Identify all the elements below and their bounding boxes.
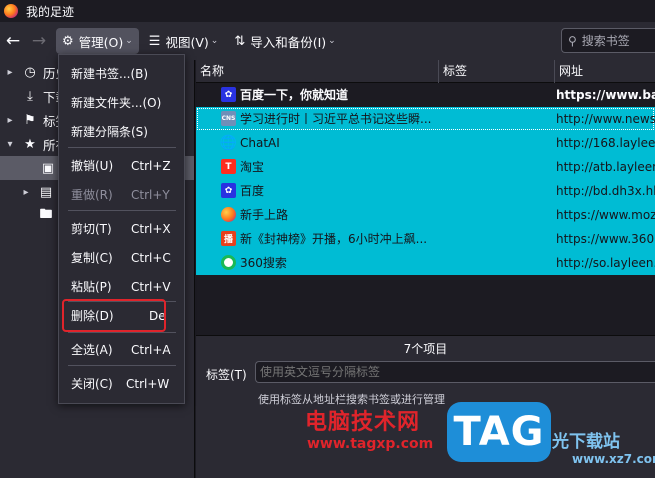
table-row[interactable]: ✿ 百度一下，你就知道 https://www.baid <box>196 83 655 107</box>
chevron-down-icon: ⌄ <box>328 36 336 46</box>
menu-separator <box>68 332 176 333</box>
chevron-down-icon: ⌄ <box>125 36 133 46</box>
firefox-icon <box>221 207 236 222</box>
item-count: 7个项目 <box>403 342 448 356</box>
column-header-tags[interactable]: 标签 <box>439 60 555 83</box>
gear-icon: ⚙ <box>62 33 74 49</box>
360kan-icon: 播 <box>221 231 236 246</box>
menu-item-cut[interactable]: 剪切(T) Ctrl+X <box>59 217 184 241</box>
bookmark-list: 名称 标签 网址 ✿ 百度一下，你就知道 https://www.baid CN… <box>196 60 655 335</box>
list-header: 名称 标签 网址 <box>196 60 655 83</box>
baidu-icon: ✿ <box>221 183 236 198</box>
chevron-right-icon[interactable]: ▸ <box>4 115 16 126</box>
table-row[interactable]: 360搜索 http://so.layleen.c <box>196 251 655 275</box>
list-folder-icon: ▤ <box>39 184 53 200</box>
watermark-tag-logo: TAG <box>447 402 551 462</box>
window-title: 我的足迹 <box>26 4 75 19</box>
chevron-down-icon: ⌄ <box>210 36 219 46</box>
tags-input[interactable] <box>255 361 655 383</box>
back-arrow-icon[interactable]: ← <box>0 27 26 55</box>
bookmark-name: 360搜索 <box>240 256 287 270</box>
column-header-url[interactable]: 网址 <box>555 60 655 83</box>
bookmark-name: 百度一下，你就知道 <box>240 88 349 102</box>
download-icon: ⤓ <box>27 88 33 104</box>
search-icon: ⚲ <box>568 33 577 48</box>
bookmark-url: http://so.layleen.c <box>556 256 655 270</box>
menu-separator <box>68 365 176 366</box>
bookmark-url: http://atb.layleen. <box>556 160 655 174</box>
tags-label: 标签(T) <box>206 368 247 382</box>
bookmark-name: 学习进行时丨习近平总书记这些瞬... <box>240 112 432 126</box>
views-label: 视图(V) <box>165 34 209 50</box>
menu-item-undo[interactable]: 撤销(U) Ctrl+Z <box>59 154 184 178</box>
table-row[interactable]: 播 新《封神榜》开播，6小时冲上飙... https://www.360k <box>196 227 655 251</box>
title-bar: 我的足迹 <box>0 0 655 22</box>
watermark-site-name: 电脑技术网 <box>305 410 421 435</box>
taobao-icon: T <box>221 159 236 174</box>
bookmark-url: http://168.layleen <box>556 136 655 150</box>
bookmark-url: https://www.360k <box>556 232 655 246</box>
bookmark-name: 新《封神榜》开播，6小时冲上飙... <box>240 232 428 246</box>
views-button[interactable]: ☰ 视图(V) ⌄ <box>143 28 225 54</box>
menu-item-new-folder[interactable]: 新建文件夹...(O) <box>59 91 184 115</box>
bookmark-name: 淘宝 <box>240 160 265 174</box>
organize-menu: 新建书签...(B) 新建文件夹...(O) 新建分隔条(S) 撤销(U) Ct… <box>58 54 185 404</box>
import-backup-label: 导入和备份(I) <box>250 34 327 50</box>
menu-item-new-separator[interactable]: 新建分隔条(S) <box>59 120 184 144</box>
import-export-icon: ⇅ <box>234 33 246 49</box>
clock-icon: ◷ <box>24 64 36 80</box>
menu-item-copy[interactable]: 复制(C) Ctrl+C <box>59 246 184 270</box>
bookmark-url: http://bd.dh3x.hh <box>556 184 655 198</box>
star-icon: ★ <box>24 136 36 152</box>
menu-separator <box>68 147 176 148</box>
column-header-name[interactable]: 名称 <box>196 60 439 83</box>
menu-item-select-all[interactable]: 全选(A) Ctrl+A <box>59 338 184 362</box>
organize-label: 管理(O) <box>78 34 124 50</box>
baidu-icon: ✿ <box>221 87 236 102</box>
bookmark-url: http://www.news. <box>556 112 655 126</box>
search-placeholder: 搜索书签 <box>581 34 630 48</box>
chevron-right-icon[interactable]: ▸ <box>4 67 16 78</box>
search-input[interactable]: ⚲ 搜索书签 <box>561 28 655 53</box>
folder-icon: 🖿 <box>39 207 53 222</box>
menu-item-close[interactable]: 关闭(C) Ctrl+W <box>59 372 184 396</box>
chevron-right-icon[interactable]: ▸ <box>20 187 32 198</box>
table-row[interactable]: 🌐 ChatAI http://168.layleen <box>196 131 655 155</box>
import-backup-button[interactable]: ⇅ 导入和备份(I) ⌄ <box>228 28 341 54</box>
list-icon: ☰ <box>148 33 161 49</box>
delete-highlight-box <box>62 299 166 332</box>
menu-item-new-bookmark[interactable]: 新建书签...(B) <box>59 62 184 86</box>
bookmark-name: ChatAI <box>240 136 280 150</box>
organize-button[interactable]: ⚙ 管理(O) ⌄ <box>56 28 139 54</box>
table-row[interactable]: 新手上路 https://www.moz <box>196 203 655 227</box>
watermark-site-url: www.tagxp.com <box>307 436 434 452</box>
globe-icon: 🌐 <box>219 134 238 151</box>
bookmark-url: https://www.moz <box>556 208 655 222</box>
news-icon: CNS <box>221 111 236 126</box>
watermark-partner-url: www.xz7.com <box>572 452 655 466</box>
bookmark-name: 百度 <box>240 184 265 198</box>
chevron-down-icon[interactable]: ▾ <box>4 139 16 150</box>
360search-icon <box>221 255 236 270</box>
menu-item-paste[interactable]: 粘贴(P) Ctrl+V <box>59 275 184 299</box>
table-row[interactable]: ✿ 百度 http://bd.dh3x.hh <box>196 179 655 203</box>
table-row[interactable]: CNS 学习进行时丨习近平总书记这些瞬... http://www.news. <box>196 107 655 131</box>
menu-separator <box>68 210 176 211</box>
bookmark-url: https://www.baid <box>556 88 655 102</box>
tag-icon: ⚑ <box>24 112 36 128</box>
firefox-logo-icon <box>4 4 18 18</box>
watermark-partner-name: 光下载站 <box>552 432 620 452</box>
table-row[interactable]: T 淘宝 http://atb.layleen. <box>196 155 655 179</box>
menu-item-redo[interactable]: 重做(R) Ctrl+Y <box>59 183 184 207</box>
bookmark-folder-icon: ▣ <box>41 160 55 176</box>
bookmark-name: 新手上路 <box>240 208 289 222</box>
forward-arrow-icon[interactable]: → <box>26 27 52 55</box>
